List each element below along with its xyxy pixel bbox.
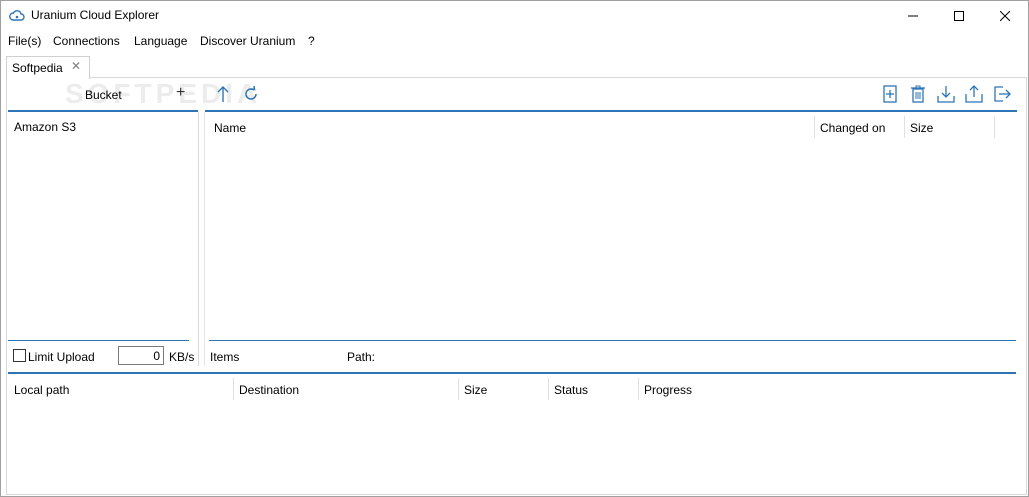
bucket-header: Bucket [85, 88, 122, 102]
refresh-icon[interactable] [241, 84, 261, 104]
tab-close-icon[interactable]: ✕ [71, 59, 81, 73]
upload-limit-unit: KB/s [169, 350, 195, 364]
limit-upload-label: Limit Upload [28, 350, 95, 364]
column-destination[interactable]: Destination [239, 383, 299, 397]
upload-limit-input[interactable] [118, 346, 164, 365]
column-separator [994, 116, 995, 138]
menu-discover-uranium[interactable]: Discover Uranium [200, 34, 295, 48]
close-icon [1000, 11, 1010, 21]
path-label: Path: [347, 350, 376, 364]
column-local-path[interactable]: Local path [14, 383, 69, 397]
tab-label: Softpedia [12, 61, 63, 75]
column-separator [814, 116, 815, 138]
new-file-icon[interactable] [880, 84, 900, 104]
cloud-app-icon [9, 10, 25, 21]
exit-icon[interactable] [992, 84, 1012, 104]
left-footer-divider [8, 340, 189, 341]
status-divider [209, 340, 1016, 341]
upload-icon[interactable] [964, 84, 984, 104]
connection-item[interactable]: Amazon S3 [14, 120, 76, 134]
column-transfer-size[interactable]: Size [464, 383, 487, 397]
column-size[interactable]: Size [910, 121, 933, 135]
left-pane-border [198, 112, 199, 366]
minimize-icon [908, 15, 918, 17]
column-changed-on[interactable]: Changed on [820, 121, 885, 135]
left-header-divider [8, 110, 198, 112]
delete-icon[interactable] [908, 84, 928, 104]
menu-files[interactable]: File(s) [8, 34, 41, 48]
window-title: Uranium Cloud Explorer [31, 8, 160, 22]
column-separator [638, 378, 639, 400]
menu-language[interactable]: Language [134, 34, 187, 48]
column-status[interactable]: Status [554, 383, 588, 397]
column-separator [458, 378, 459, 400]
tab-page [6, 77, 1027, 495]
menu-help[interactable]: ? [308, 34, 315, 48]
pane-splitter[interactable] [204, 112, 205, 366]
download-icon[interactable] [936, 84, 956, 104]
column-name[interactable]: Name [214, 121, 246, 135]
column-separator [904, 116, 905, 138]
close-button[interactable] [982, 1, 1028, 31]
items-label: Items [210, 350, 240, 364]
up-arrow-icon[interactable] [213, 84, 233, 104]
column-separator [548, 378, 549, 400]
limit-upload-checkbox[interactable] [13, 349, 26, 362]
right-header-divider [205, 110, 1017, 112]
add-bucket-icon[interactable]: + [176, 84, 185, 102]
maximize-button[interactable] [936, 1, 982, 31]
maximize-icon [954, 11, 964, 21]
column-separator [233, 378, 234, 400]
column-progress[interactable]: Progress [644, 383, 692, 397]
minimize-button[interactable] [890, 1, 936, 31]
menu-connections[interactable]: Connections [53, 34, 120, 48]
transfers-divider [8, 372, 1016, 374]
